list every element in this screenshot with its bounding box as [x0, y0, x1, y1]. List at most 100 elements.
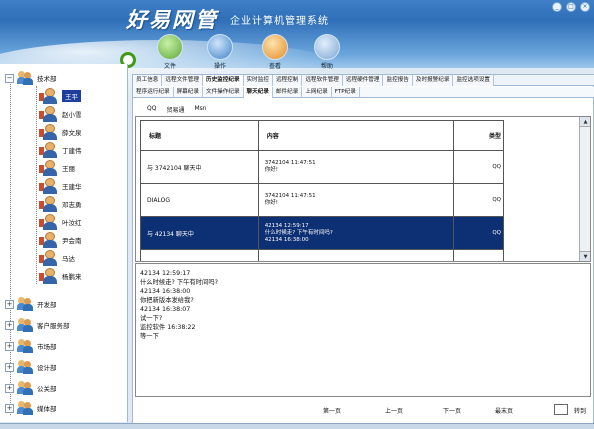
- table-row[interactable]: DIALOG 3742104 11:47:51 你好! QQ: [140, 183, 504, 217]
- tree-member-label: 王丽: [62, 165, 75, 173]
- scroll-down-icon[interactable]: ▼: [580, 251, 590, 261]
- tree-node-group-4[interactable]: + 公关部: [5, 379, 57, 397]
- tab-remote-file[interactable]: 远程文件管理: [162, 75, 203, 86]
- cell-type: QQ: [453, 216, 504, 250]
- tab-chat-records[interactable]: 聊天纪录: [243, 87, 273, 98]
- toolbar-file-label: 文件: [163, 63, 176, 70]
- detail-line: 42134 16:38:07: [140, 306, 191, 313]
- expand-icon[interactable]: +: [5, 383, 14, 393]
- app-window: 好易网管 企业计算机管理系统 _ □ × 文件 操作 查看 帮助 − 技术部 王…: [0, 0, 594, 429]
- toolbar-operate-button[interactable]: 操作: [200, 34, 240, 70]
- expand-icon[interactable]: +: [5, 341, 14, 351]
- close-button[interactable]: ×: [580, 2, 590, 12]
- tab-qq[interactable]: QQ: [147, 105, 156, 114]
- table-row[interactable]: [140, 249, 504, 261]
- expand-icon[interactable]: +: [5, 299, 14, 309]
- column-header-title[interactable]: 标题: [140, 120, 259, 151]
- tree-node-label: 媒体部: [37, 405, 57, 413]
- tree-member-8[interactable]: 尹会南: [39, 231, 82, 249]
- tree-member-3[interactable]: 丁建伟: [39, 141, 82, 159]
- tree-node-group-0[interactable]: + 开发部: [5, 295, 57, 313]
- prev-page-link[interactable]: 上一页: [385, 406, 403, 415]
- tab-alarm-records[interactable]: 及时报警纪录: [412, 75, 454, 86]
- tab-realtime-monitor[interactable]: 实时监控: [243, 75, 273, 86]
- tab-remote-hardware[interactable]: 远程硬件管理: [342, 75, 384, 86]
- tree-member-label: 邓志勇: [62, 201, 82, 209]
- im-tabs: QQ 贸易通 Msn: [147, 105, 207, 114]
- expand-icon[interactable]: +: [5, 362, 14, 372]
- tree-member-7[interactable]: 叶汝红: [39, 213, 82, 231]
- cell-type: QQ: [453, 150, 504, 184]
- column-header-type[interactable]: 类型: [453, 120, 504, 151]
- tree-member-10[interactable]: 杨鹏来: [39, 267, 82, 285]
- user-icon: [39, 88, 58, 104]
- tab-remote-software[interactable]: 远程软件管理: [302, 75, 343, 86]
- app-title: 好易网管: [126, 7, 218, 32]
- tab-ftp-records[interactable]: FTP纪录: [332, 87, 360, 98]
- group-icon: [17, 360, 33, 374]
- tree-member-2[interactable]: 薛文泉: [39, 123, 82, 141]
- tree-node-group-1[interactable]: + 客户服务部: [5, 316, 70, 334]
- user-icon: [39, 160, 58, 176]
- table-row[interactable]: 与 3742104 聊天中 3742104 11:47:51 你好! QQ: [140, 150, 504, 184]
- content-line: 42134 16:38:00: [264, 236, 309, 243]
- group-icon: [17, 318, 33, 332]
- content-line: 什么时候走? 下午有时间吗?: [264, 229, 333, 236]
- tab-remote-control[interactable]: 远程控制: [272, 75, 303, 86]
- user-icon: [39, 106, 58, 122]
- table-vertical-scrollbar[interactable]: ▲ ▼: [579, 117, 590, 261]
- next-page-link[interactable]: 下一页: [443, 406, 461, 415]
- column-header-content[interactable]: 内容: [257, 120, 455, 151]
- tab-monitor-report[interactable]: 监控报告: [383, 75, 413, 86]
- cell-content: 42134 12:59:17 什么时候走? 下午有时间吗? 42134 16:3…: [257, 216, 455, 250]
- tab-monitor-settings[interactable]: 监控选项设置: [453, 75, 495, 86]
- tree-node-group-3[interactable]: + 设计部: [5, 358, 57, 376]
- collapse-icon[interactable]: −: [5, 73, 14, 83]
- window-controls: _ □ ×: [552, 2, 590, 12]
- chat-table: 标题 内容 类型 与 3742104 聊天中 3742104 11:47:51 …: [140, 120, 504, 261]
- tree-node-group-2[interactable]: + 市场部: [5, 337, 57, 355]
- page-number-input[interactable]: [554, 404, 568, 415]
- tree-member-1[interactable]: 赵小雪: [39, 105, 82, 123]
- tab-history-monitor[interactable]: 历史监控纪录: [202, 75, 244, 86]
- tree-member-4[interactable]: 王丽: [39, 159, 75, 177]
- tree-node-group-5[interactable]: + 媒体部: [5, 399, 57, 417]
- help-icon: [314, 34, 340, 60]
- tab-program-records[interactable]: 程序运行纪录: [133, 87, 174, 98]
- detail-line: 什么时候走? 下午有时间吗?: [140, 279, 218, 286]
- tree-node-tech-dept[interactable]: − 技术部: [5, 69, 57, 87]
- tab-file-records[interactable]: 文件操作纪录: [203, 87, 244, 98]
- scroll-up-icon[interactable]: ▲: [580, 117, 590, 127]
- user-icon: [39, 214, 58, 230]
- tree-member-6[interactable]: 邓志勇: [39, 195, 82, 213]
- tree-member-0[interactable]: 王平: [39, 87, 81, 105]
- operate-icon: [207, 34, 233, 60]
- toolbar-file-button[interactable]: 文件: [150, 34, 190, 70]
- toolbar-view-button[interactable]: 查看: [255, 34, 295, 70]
- tab-tradetong[interactable]: 贸易通: [166, 105, 184, 114]
- expand-icon[interactable]: +: [5, 403, 14, 413]
- last-page-link[interactable]: 最末页: [495, 406, 513, 415]
- tree-member-5[interactable]: 王建华: [39, 177, 82, 195]
- chat-detail-pane: 42134 12:59:17 什么时候走? 下午有时间吗? 42134 16:3…: [135, 263, 591, 397]
- table-row-selected[interactable]: 与 42134 聊天中 42134 12:59:17 什么时候走? 下午有时间吗…: [140, 216, 504, 250]
- minimize-button[interactable]: _: [552, 2, 562, 12]
- expand-icon[interactable]: +: [5, 320, 14, 330]
- tab-mail-records[interactable]: 邮件纪录: [273, 87, 303, 98]
- goto-button[interactable]: 转到: [574, 406, 586, 415]
- tab-msn[interactable]: Msn: [194, 105, 206, 114]
- content-line: 42134 12:59:17: [264, 222, 309, 229]
- toolbar-help-button[interactable]: 帮助: [307, 34, 347, 70]
- cell-content: [257, 249, 455, 261]
- cell-type: [453, 249, 504, 261]
- first-page-link[interactable]: 第一页: [323, 406, 341, 415]
- file-icon: [157, 34, 183, 60]
- pagination: 第一页 上一页 下一页 最末页 转到: [133, 398, 593, 422]
- tab-web-records[interactable]: 上网纪录: [302, 87, 332, 98]
- maximize-button[interactable]: □: [566, 2, 576, 12]
- tab-employee-info[interactable]: 员工信息: [133, 75, 163, 86]
- tree-node-label: 客户服务部: [37, 322, 70, 330]
- tree-member-9[interactable]: 马达: [39, 249, 75, 267]
- detail-line: 42134 16:38:00: [140, 288, 191, 295]
- tab-screen-records[interactable]: 屏幕纪录: [174, 87, 203, 98]
